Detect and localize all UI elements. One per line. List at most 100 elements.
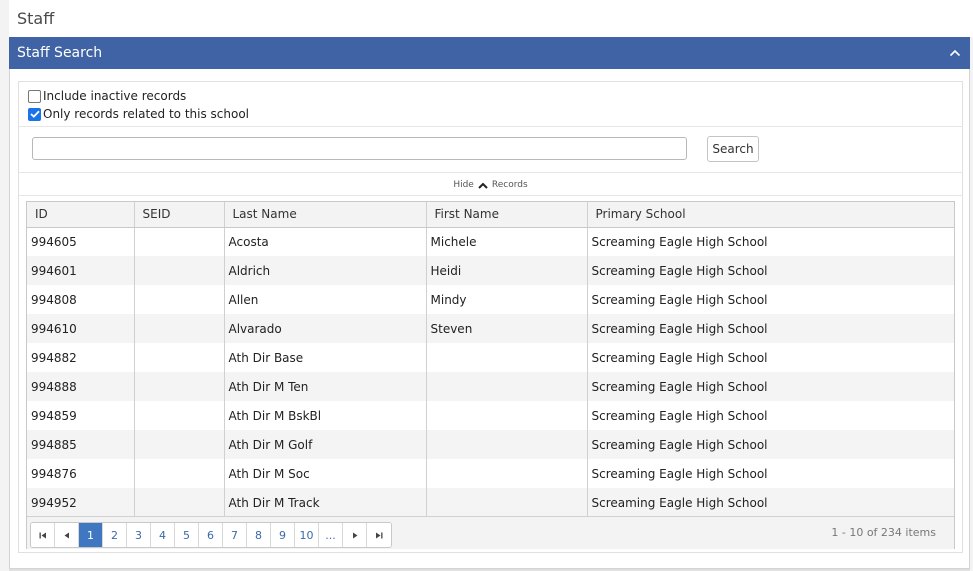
table-row[interactable]: 994882 Ath Dir Base Screaming Eagle High S… bbox=[27, 343, 954, 372]
search-container: Include inactive records Only records re… bbox=[18, 81, 963, 553]
cell-seid bbox=[134, 459, 225, 488]
cell-primary-school: Screaming Eagle High School bbox=[591, 350, 768, 365]
page-button[interactable]: 3 bbox=[127, 523, 151, 547]
page-button[interactable]: 5 bbox=[175, 523, 199, 547]
cell-primary-school: Screaming Eagle High School bbox=[587, 372, 954, 401]
cell-first-name: Mindy bbox=[426, 285, 588, 314]
cell-id: 994952 bbox=[27, 488, 135, 517]
pager-info: 1 - 10 of 234 items bbox=[831, 526, 936, 539]
cell-seid bbox=[134, 401, 225, 430]
cell-id: 994885 bbox=[27, 430, 135, 459]
hide-records-toggle[interactable]: Hide Records bbox=[19, 177, 962, 193]
cell-id: 994601 bbox=[27, 256, 135, 285]
table-row[interactable]: 994876 Ath Dir M Soc Screaming Eagle High … bbox=[27, 459, 954, 488]
only-related-label: Only records related to this school bbox=[43, 107, 250, 121]
next-page-icon[interactable] bbox=[343, 523, 367, 547]
staff-search-panel-header[interactable]: Staff Search bbox=[9, 37, 970, 69]
cell-last-name: Ath Dir M BskBl bbox=[224, 401, 427, 430]
divider bbox=[19, 172, 962, 173]
previous-page-icon[interactable] bbox=[55, 523, 79, 547]
first-page-icon[interactable] bbox=[31, 523, 55, 547]
table-row[interactable]: 994888 Ath Dir M Ten Screaming Eagle High … bbox=[27, 372, 954, 401]
table-row[interactable]: 994808 Allen Mindy Screaming Eagle High Sch… bbox=[27, 285, 954, 314]
cell-first-name: Heidi bbox=[426, 256, 588, 285]
cell-first-name: Steven bbox=[426, 314, 588, 343]
page-button[interactable]: 7 bbox=[223, 523, 247, 547]
search-button[interactable]: Search bbox=[707, 136, 759, 162]
page-button[interactable]: 1 bbox=[79, 523, 103, 547]
chevron-up-icon[interactable] bbox=[946, 37, 964, 69]
staff-table: ID SEID Last Name First Name Primary Sch… bbox=[27, 202, 954, 517]
cell-seid bbox=[134, 227, 225, 256]
cell-primary-school: Screaming Eagle High School bbox=[587, 488, 954, 517]
cell-primary-school: Screaming Eagle High School bbox=[591, 234, 768, 249]
cell-id: 994808 bbox=[27, 285, 135, 314]
cell-id: 994882 bbox=[27, 343, 135, 372]
cell-last-name: Aldrich bbox=[224, 256, 427, 285]
search-input[interactable] bbox=[32, 137, 687, 160]
page-button[interactable]: 4 bbox=[151, 523, 175, 547]
table-row[interactable]: 994601 Aldrich Heidi Screaming Eagle High S… bbox=[27, 256, 954, 285]
column-header-id[interactable]: ID bbox=[27, 202, 135, 228]
table-row[interactable]: 994610 Alvarado Steven Screaming Eagle High… bbox=[27, 314, 954, 343]
cell-seid bbox=[134, 343, 225, 372]
only-related-checkbox[interactable] bbox=[28, 107, 41, 121]
page-button[interactable]: 8 bbox=[247, 523, 271, 547]
table-row[interactable]: 994605 Acosta Michele Screaming Eagle High … bbox=[27, 227, 954, 256]
column-header-first-name[interactable]: First Name bbox=[426, 202, 588, 228]
cell-last-name: Acosta bbox=[224, 227, 427, 256]
panel-title: Staff Search bbox=[17, 45, 103, 61]
cell-last-name: Ath Dir M Track bbox=[224, 488, 427, 517]
cell-last-name: Ath Dir M Golf bbox=[224, 430, 427, 459]
cell-first-name: Michele bbox=[426, 227, 588, 256]
divider bbox=[19, 195, 962, 196]
cell-primary-school: Screaming Eagle High School bbox=[587, 314, 954, 343]
cell-primary-school: Screaming Eagle High School bbox=[587, 256, 954, 285]
table-row[interactable]: 994952 Ath Dir M Track Screaming Eagle Hig… bbox=[27, 488, 954, 517]
include-inactive-checkbox[interactable] bbox=[28, 89, 41, 103]
chevron-up-icon bbox=[478, 182, 488, 189]
pager-more-button[interactable]: ... bbox=[319, 523, 343, 547]
page-button[interactable]: 6 bbox=[199, 523, 223, 547]
table-header-row: ID SEID Last Name First Name Primary Sch… bbox=[27, 202, 954, 228]
page-button[interactable]: 9 bbox=[271, 523, 295, 547]
table-row[interactable]: 994859 Ath Dir M BskBl Screaming Eagle Hig… bbox=[27, 401, 954, 430]
cell-id: 994859 bbox=[27, 401, 135, 430]
divider bbox=[19, 126, 962, 127]
cell-primary-school: Screaming Eagle High School bbox=[587, 430, 954, 459]
hide-label: Hide bbox=[453, 180, 474, 190]
cell-id: 994876 bbox=[27, 459, 135, 488]
include-inactive-option[interactable]: Include inactive records bbox=[28, 88, 186, 104]
cell-first-name bbox=[426, 459, 588, 488]
page-title: Staff bbox=[9, 0, 973, 37]
cell-seid bbox=[134, 488, 225, 517]
pager: 1 2 3 4 5 6 7 8 9 10... 1 - 10 of 234 items bbox=[27, 516, 954, 549]
page: Staff Staff Search Include inactive reco… bbox=[0, 0, 973, 571]
cell-seid bbox=[134, 314, 225, 343]
cell-last-name: Ath Dir M Soc bbox=[224, 459, 427, 488]
column-header-last-name[interactable]: Last Name bbox=[224, 202, 427, 228]
column-header-seid[interactable]: SEID bbox=[134, 202, 225, 228]
staff-grid: ID SEID Last Name First Name Primary Sch… bbox=[26, 201, 955, 549]
cell-primary-school: Screaming Eagle High School bbox=[591, 408, 768, 423]
cell-last-name: Allen bbox=[224, 285, 427, 314]
include-inactive-label: Include inactive records bbox=[43, 89, 187, 103]
cell-first-name bbox=[426, 430, 588, 459]
last-page-icon[interactable] bbox=[367, 523, 391, 547]
table-row[interactable]: 994885 Ath Dir M Golf Screaming Eagle High… bbox=[27, 430, 954, 459]
cell-first-name bbox=[426, 343, 588, 372]
cell-seid bbox=[134, 430, 225, 459]
page-button[interactable]: 2 bbox=[103, 523, 127, 547]
cell-last-name: Ath Dir M Ten bbox=[224, 372, 427, 401]
cell-first-name bbox=[426, 372, 588, 401]
records-label: Records bbox=[491, 180, 528, 190]
only-related-option[interactable]: Only records related to this school bbox=[28, 106, 249, 122]
page-button[interactable]: 10 bbox=[295, 523, 319, 547]
cell-seid bbox=[134, 285, 225, 314]
cell-primary-school: Screaming Eagle High School bbox=[591, 292, 768, 307]
column-header-primary-school[interactable]: Primary School bbox=[587, 202, 954, 228]
panel-body: Include inactive records Only records re… bbox=[9, 69, 970, 569]
pager-buttons: 1 2 3 4 5 6 7 8 9 10... bbox=[30, 522, 392, 548]
cell-id: 994888 bbox=[27, 372, 135, 401]
cell-last-name: Ath Dir Base bbox=[224, 343, 427, 372]
